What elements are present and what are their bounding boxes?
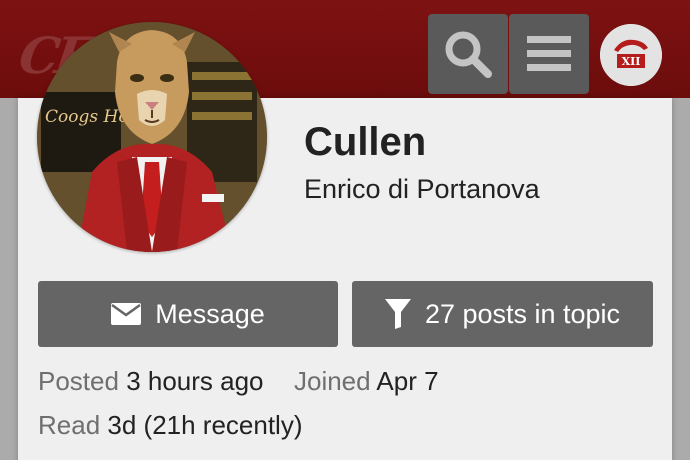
message-button[interactable]: Message bbox=[38, 281, 338, 347]
read-label: Read bbox=[38, 410, 101, 440]
avatar-text: XII bbox=[622, 55, 641, 68]
posted-value[interactable]: 3 hours ago bbox=[126, 366, 263, 396]
big12-logo-icon: XII bbox=[600, 24, 662, 86]
full-name: Enrico di Portanova bbox=[304, 174, 540, 204]
filter-icon bbox=[384, 299, 411, 329]
hamburger-menu-icon bbox=[527, 36, 571, 71]
search-icon bbox=[445, 31, 492, 78]
message-button-label: Message bbox=[155, 298, 265, 329]
search-button[interactable] bbox=[428, 14, 508, 94]
posted-label: Posted bbox=[38, 366, 119, 396]
read-time-row: Read 3d (21h recently) bbox=[38, 410, 303, 441]
envelope-icon bbox=[111, 303, 142, 325]
posts-in-topic-button[interactable]: 27 posts in topic bbox=[352, 281, 653, 347]
posts-in-topic-label: 27 posts in topic bbox=[424, 298, 621, 329]
menu-button[interactable] bbox=[509, 14, 589, 94]
read-value: 3d (21h recently) bbox=[107, 410, 303, 440]
posted-joined-row: Posted 3 hours ago Joined Apr 7 bbox=[38, 366, 439, 397]
current-user-avatar[interactable]: XII bbox=[600, 24, 662, 86]
user-avatar[interactable]: Coogs House bbox=[37, 22, 267, 252]
username[interactable]: Cullen bbox=[304, 120, 426, 165]
cougar-avatar-image: Coogs House bbox=[37, 22, 267, 252]
joined-label: Joined bbox=[293, 366, 371, 396]
joined-value: Apr 7 bbox=[376, 366, 439, 396]
